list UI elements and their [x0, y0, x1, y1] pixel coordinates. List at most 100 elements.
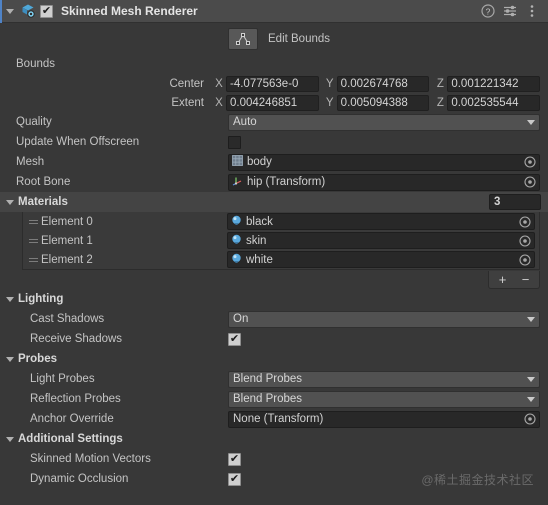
component-foldout-toggle[interactable]: [2, 0, 18, 23]
skinned-motion-vectors-label: Skinned Motion Vectors: [30, 453, 151, 465]
light-probes-dropdown[interactable]: Blend Probes: [228, 370, 540, 388]
material-value: black: [246, 215, 273, 228]
update-when-offscreen-row: Update When Offscreen: [0, 132, 548, 152]
header-actions: ?: [480, 3, 548, 19]
list-item: Element 1 skin: [23, 231, 539, 250]
light-probes-value: Blend Probes: [233, 373, 303, 385]
watermark: @稀土掘金技术社区: [421, 473, 534, 487]
edit-bounds-button[interactable]: [228, 27, 258, 50]
extent-z-axis-label: Z: [436, 96, 444, 109]
extent-y-input[interactable]: 0.005094388: [336, 94, 430, 111]
component-header[interactable]: ✔ Skinned Mesh Renderer ?: [0, 0, 548, 23]
receive-shadows-checkbox[interactable]: ✔: [228, 332, 241, 346]
drag-handle-icon[interactable]: [25, 235, 41, 247]
update-when-offscreen-checkbox[interactable]: [228, 135, 241, 149]
menu-icon[interactable]: [524, 3, 540, 19]
additional-settings-section-header[interactable]: Additional Settings: [0, 429, 548, 449]
materials-size-input[interactable]: 3: [489, 194, 541, 210]
anchor-override-object-field[interactable]: None (Transform): [228, 410, 540, 428]
skinned-motion-vectors-checkbox[interactable]: ✔: [228, 452, 241, 466]
chevron-down-icon: [6, 436, 14, 442]
material-value: white: [246, 253, 273, 266]
center-x-input[interactable]: -4.077563e-0: [226, 75, 319, 92]
receive-shadows-label: Receive Shadows: [30, 333, 123, 345]
update-when-offscreen-label: Update When Offscreen: [16, 136, 140, 148]
root-bone-picker-button[interactable]: [523, 175, 537, 190]
mesh-picker-button[interactable]: [523, 155, 537, 170]
material-picker-button[interactable]: [518, 252, 532, 267]
center-y-axis-label: Y: [325, 77, 334, 90]
material-picker-button[interactable]: [518, 233, 532, 248]
root-bone-row: Root Bone hip (Transform): [0, 172, 548, 192]
cast-shadows-dropdown[interactable]: On: [228, 310, 540, 328]
reflection-probes-value: Blend Probes: [233, 393, 303, 405]
material-icon: [231, 253, 242, 267]
check-glyph: ✔: [229, 332, 240, 345]
skinned-mesh-renderer-icon: [18, 0, 38, 23]
light-probes-label: Light Probes: [30, 373, 95, 385]
reflection-probes-row: Reflection Probes Blend Probes: [0, 389, 548, 409]
quality-dropdown[interactable]: Auto: [228, 113, 540, 131]
center-x-axis-label: X: [215, 77, 223, 90]
cast-shadows-value: On: [233, 313, 249, 325]
mesh-row: Mesh body: [0, 152, 548, 172]
chevron-down-icon: [527, 316, 535, 322]
material-element-label: Element 0: [41, 215, 93, 228]
edit-bounds-icon: [236, 32, 250, 45]
anchor-override-picker-button[interactable]: [523, 412, 537, 427]
lighting-label: Lighting: [18, 293, 64, 305]
add-material-button[interactable]: +: [491, 270, 514, 288]
reflection-probes-dropdown[interactable]: Blend Probes: [228, 390, 540, 408]
mesh-icon: [232, 155, 243, 169]
center-y-input[interactable]: 0.002674768: [336, 75, 430, 92]
preset-icon[interactable]: [502, 3, 518, 19]
bounds-center-row: Center X -4.077563e-0 Y 0.002674768 Z 0.…: [0, 74, 548, 93]
receive-shadows-row: Receive Shadows ✔: [0, 329, 548, 349]
svg-text:?: ?: [486, 7, 491, 17]
quality-value: Auto: [233, 116, 257, 128]
remove-material-button[interactable]: −: [514, 270, 537, 288]
center-z-input[interactable]: 0.001221342: [447, 75, 541, 92]
edit-bounds-label: Edit Bounds: [268, 32, 331, 45]
materials-section-header[interactable]: Materials 3: [0, 192, 548, 212]
mesh-object-field[interactable]: body: [228, 153, 540, 171]
bounds-extent-row: Extent X 0.004246851 Y 0.005094388 Z 0.0…: [0, 93, 548, 112]
chevron-down-icon: [527, 119, 535, 125]
material-picker-button[interactable]: [518, 214, 532, 229]
materials-list: Element 0 black Element 1 skin Element 2…: [22, 212, 540, 270]
check-glyph: ✔: [229, 452, 240, 465]
drag-handle-icon[interactable]: [25, 254, 41, 266]
component-enabled-checkbox[interactable]: ✔: [40, 4, 53, 18]
chevron-down-icon: [6, 356, 14, 362]
center-z-axis-label: Z: [436, 77, 444, 90]
chevron-down-icon: [6, 199, 14, 205]
material-icon: [231, 215, 242, 229]
material-value: skin: [246, 234, 267, 247]
additional-settings-label: Additional Settings: [18, 433, 123, 445]
quality-row: Quality Auto: [0, 112, 548, 132]
dynamic-occlusion-checkbox[interactable]: ✔: [228, 472, 241, 486]
material-object-field[interactable]: black: [227, 213, 535, 230]
materials-label: Materials: [18, 196, 68, 208]
extent-x-input[interactable]: 0.004246851: [226, 94, 319, 111]
help-icon[interactable]: ?: [480, 3, 496, 19]
material-icon: [231, 234, 242, 248]
drag-handle-icon[interactable]: [25, 216, 41, 228]
material-object-field[interactable]: white: [227, 251, 535, 268]
anchor-override-row: Anchor Override None (Transform): [0, 409, 548, 429]
extent-x-axis-label: X: [215, 96, 223, 109]
probes-section-header[interactable]: Probes: [0, 349, 548, 369]
quality-label: Quality: [16, 116, 52, 128]
lighting-section-header[interactable]: Lighting: [0, 289, 548, 309]
extent-z-input[interactable]: 0.002535544: [447, 94, 541, 111]
materials-list-footer: + −: [22, 270, 540, 289]
cast-shadows-row: Cast Shadows On: [0, 309, 548, 329]
material-element-label: Element 2: [41, 253, 93, 266]
material-object-field[interactable]: skin: [227, 232, 535, 249]
root-bone-object-field[interactable]: hip (Transform): [228, 173, 540, 191]
chevron-down-icon: [527, 396, 535, 402]
center-label: Center: [169, 77, 204, 90]
transform-icon: [232, 175, 243, 189]
anchor-override-value: None (Transform): [233, 413, 324, 425]
list-item: Element 2 white: [23, 250, 539, 269]
